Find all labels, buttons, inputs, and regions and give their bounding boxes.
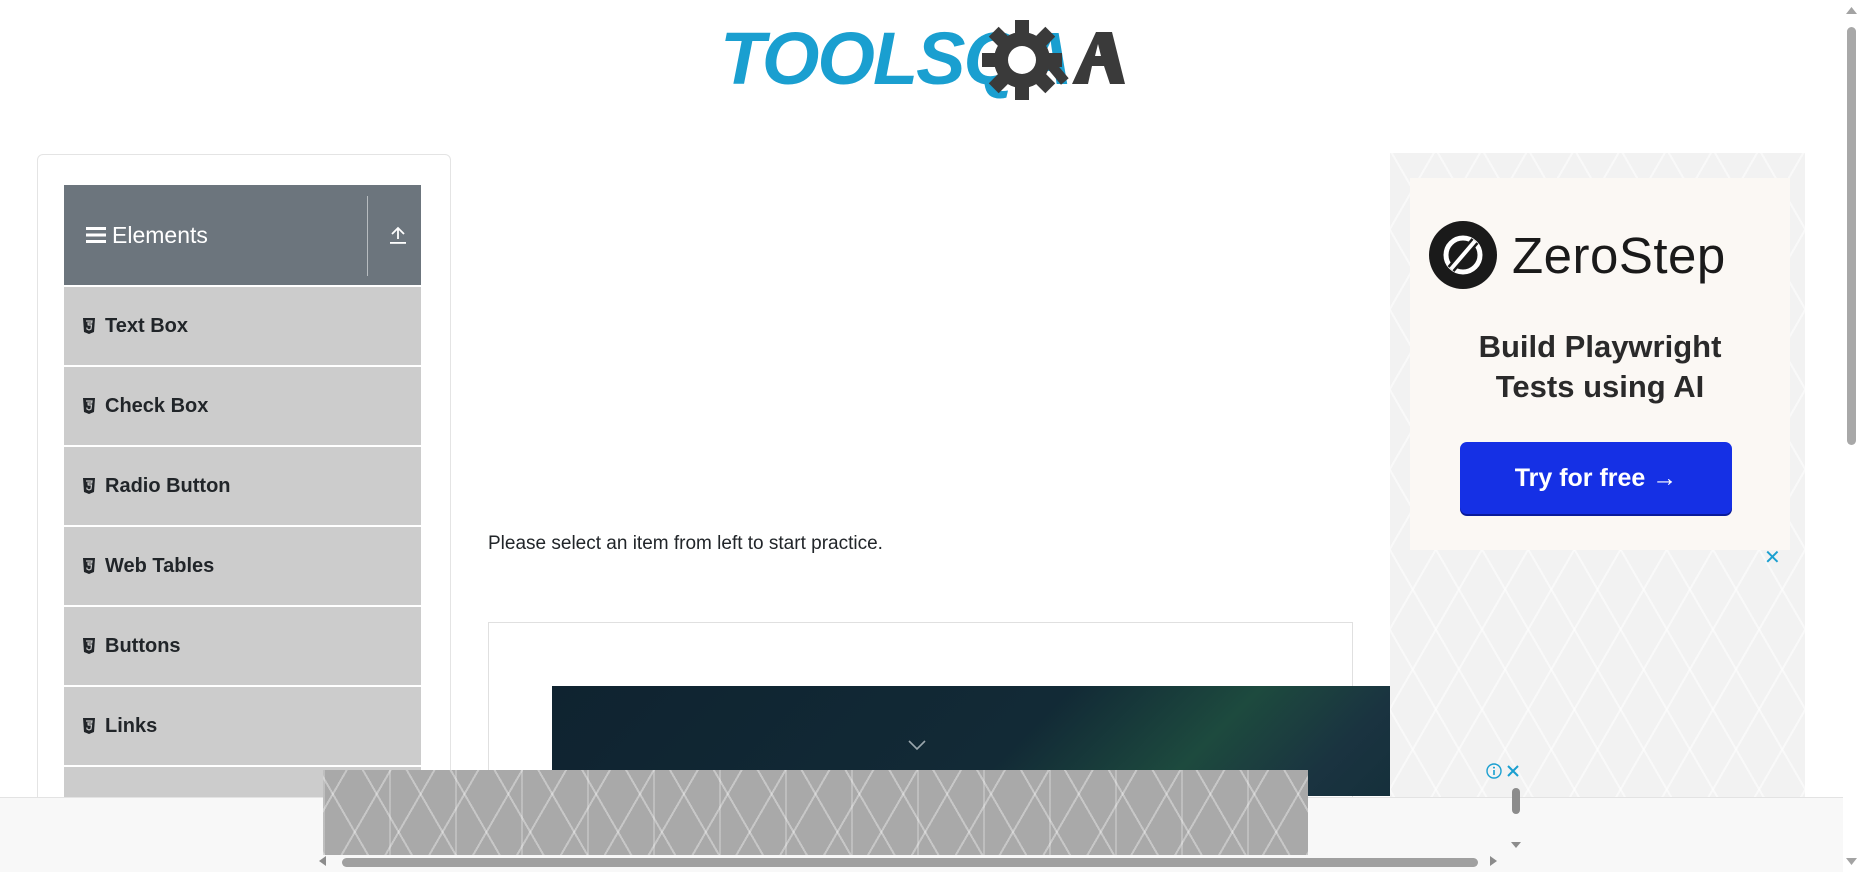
- sidebar-item-label: Web Tables: [105, 554, 215, 577]
- sidebar-item-check-box[interactable]: Check Box: [64, 367, 421, 446]
- html5-icon: [83, 398, 95, 414]
- sidebar-item-label: Check Box: [105, 394, 209, 417]
- close-icon[interactable]: ✕: [1764, 548, 1781, 568]
- ad-tagline-line1: Build Playwright: [1478, 329, 1722, 364]
- html5-icon: [83, 478, 95, 494]
- chevron-down-icon[interactable]: [907, 739, 927, 751]
- zerostep-logo-icon: [1429, 221, 1497, 289]
- ad-vertical-scrollbar[interactable]: [1508, 782, 1524, 854]
- sidebar-item-links[interactable]: Links: [64, 687, 421, 766]
- divider: [367, 196, 368, 276]
- html5-icon: [83, 318, 95, 334]
- collapse-toggle[interactable]: [375, 185, 421, 285]
- close-icon[interactable]: [1506, 764, 1520, 778]
- ad-tagline: Build Playwright Tests using AI: [1410, 327, 1790, 407]
- sidebar-item-label: Links: [105, 714, 158, 737]
- zerostep-brand: ZeroStep: [1512, 227, 1726, 284]
- collapse-arrow-icon: [390, 226, 406, 244]
- practice-prompt: Please select an item from left to start…: [488, 533, 883, 554]
- group-title: Elements: [86, 185, 208, 285]
- sidebar-item-text-box[interactable]: Text Box: [64, 287, 421, 366]
- bottom-ad-banner[interactable]: [323, 770, 1308, 855]
- try-for-free-button[interactable]: Try for free →: [1460, 442, 1732, 514]
- page-scrollbar[interactable]: [1843, 0, 1860, 872]
- sidebar-item-radio-button[interactable]: Radio Button: [64, 447, 421, 526]
- sidebar-item-web-tables[interactable]: Web Tables: [64, 527, 421, 606]
- elements-group-header[interactable]: Elements: [64, 185, 421, 285]
- sidebar-item-buttons[interactable]: Buttons: [64, 607, 421, 686]
- ad-info-icon[interactable]: [1486, 763, 1502, 779]
- sidebar-item-label: Text Box: [105, 314, 188, 337]
- page-scroll-thumb[interactable]: [1847, 27, 1856, 445]
- sidebar-item-label: Buttons: [105, 634, 181, 657]
- ad-horizontal-scrollbar[interactable]: [316, 852, 1508, 872]
- page: TOOLSQA Elements Text Box Check Box Radi…: [0, 0, 1860, 872]
- html5-icon: [83, 558, 95, 574]
- html5-icon: [83, 718, 95, 734]
- sidebar-item-label: Radio Button: [105, 474, 231, 497]
- toolsqa-logo[interactable]: TOOLSQA: [720, 17, 1125, 116]
- menu-bars-icon: [86, 227, 106, 243]
- ad-choices[interactable]: [1486, 762, 1524, 780]
- html5-icon: [83, 638, 95, 654]
- group-title-label: Elements: [112, 221, 208, 248]
- ad-tagline-line2: Tests using AI: [1495, 369, 1705, 404]
